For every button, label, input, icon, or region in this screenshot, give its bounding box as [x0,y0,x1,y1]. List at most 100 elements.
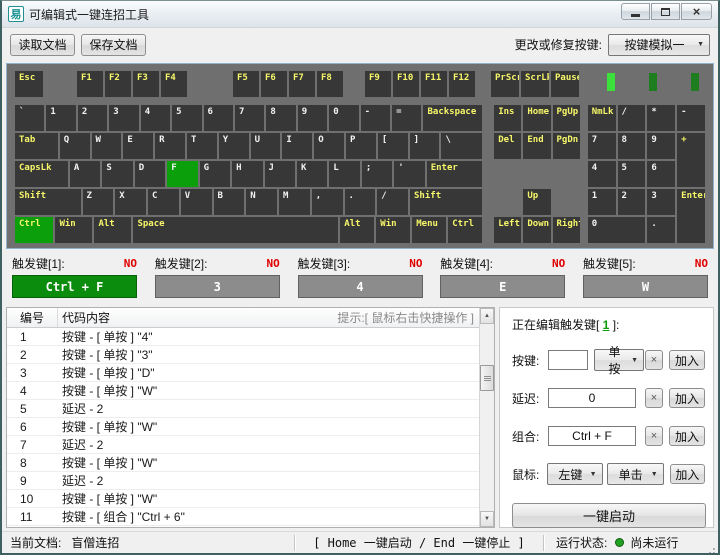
resize-grip[interactable] [713,548,715,550]
key-j[interactable]: J [265,161,295,187]
key-up[interactable]: Up [523,189,550,215]
key-g[interactable]: G [200,161,230,187]
key-b[interactable]: B [214,189,245,215]
key-6[interactable]: 6 [204,105,233,131]
key-2[interactable]: 2 [78,105,107,131]
key-v[interactable]: V [181,189,212,215]
key-p[interactable]: P [346,133,376,159]
table-row[interactable]: 6按键 - [ 单按 ] "W" [7,418,494,436]
key-2[interactable]: 2 [618,189,646,215]
table-row[interactable]: 2按键 - [ 单按 ] "3" [7,346,494,364]
mouse-add-button[interactable]: 加入 [670,464,705,484]
key-backspace[interactable]: Backspace [423,105,482,131]
trigger-value-box[interactable]: Ctrl + F [12,275,137,298]
key-f4[interactable]: F4 [161,71,187,97]
table-row[interactable]: 5延迟 - 2 [7,400,494,418]
save-document-button[interactable]: 保存文档 [81,34,146,56]
key-y[interactable]: Y [219,133,249,159]
trigger-value-box[interactable]: 4 [298,275,423,298]
key-a[interactable]: A [70,161,100,187]
key-esc[interactable]: Esc [15,71,43,97]
key-symbol[interactable]: * [647,105,675,131]
key-symbol[interactable]: / [377,189,408,215]
key-f8[interactable]: F8 [317,71,343,97]
table-row[interactable]: 11按键 - [ 组合 ] "Ctrl + 6" [7,508,494,526]
key-clear-button[interactable]: × [645,350,663,370]
key-f12[interactable]: F12 [449,71,475,97]
key-9[interactable]: 9 [298,105,327,131]
key-5[interactable]: 5 [618,161,646,187]
key-win[interactable]: Win [376,217,410,243]
key-home[interactable]: Home [523,105,550,131]
key-alt[interactable]: Alt [94,217,131,243]
key-symbol[interactable]: ` [15,105,44,131]
table-row[interactable]: 3按键 - [ 单按 ] "D" [7,364,494,382]
key-z[interactable]: Z [83,189,114,215]
key-add-button[interactable]: 加入 [669,350,705,370]
key-9[interactable]: 9 [647,133,675,159]
combo-add-button[interactable]: 加入 [669,426,705,446]
scroll-down-button[interactable]: ▼ [480,511,494,527]
close-button[interactable]: × [681,3,712,20]
table-row[interactable]: 8按键 - [ 单按 ] "W" [7,454,494,472]
key-capslk[interactable]: CapsLk [15,161,68,187]
key-nmlk[interactable]: NmLk [588,105,616,131]
key-c[interactable]: C [148,189,179,215]
key-shift[interactable]: Shift [410,189,482,215]
key-r[interactable]: R [155,133,185,159]
key-7[interactable]: 7 [235,105,264,131]
key-u[interactable]: U [251,133,281,159]
key-f3[interactable]: F3 [133,71,159,97]
key-symbol[interactable]: ] [410,133,440,159]
key-8[interactable]: 8 [266,105,295,131]
key-f7[interactable]: F7 [289,71,315,97]
key-k[interactable]: K [297,161,327,187]
key-f[interactable]: F [167,161,197,187]
key-input[interactable] [548,350,588,370]
key-ctrl[interactable]: Ctrl [15,217,53,243]
start-button[interactable]: 一键启动 [512,503,706,528]
key-press-mode-dropdown[interactable]: 单按 ▼ [594,349,644,371]
key-4[interactable]: 4 [588,161,616,187]
key-8[interactable]: 8 [618,133,646,159]
trigger-value-box[interactable]: E [440,275,565,298]
read-document-button[interactable]: 读取文档 [10,34,75,56]
key-d[interactable]: D [135,161,165,187]
key-f5[interactable]: F5 [233,71,259,97]
maximize-button[interactable] [651,3,680,20]
key-m[interactable]: M [279,189,310,215]
key-ins[interactable]: Ins [494,105,521,131]
key-scrlk[interactable]: ScrLk [521,71,549,97]
combo-input[interactable] [548,426,636,446]
key-w[interactable]: W [92,133,122,159]
scroll-up-button[interactable]: ▲ [480,308,494,324]
key-x[interactable]: X [115,189,146,215]
key-pgup[interactable]: PgUp [553,105,580,131]
table-row[interactable]: 9延迟 - 2 [7,472,494,490]
trigger-value-box[interactable]: 3 [155,275,280,298]
key-t[interactable]: T [187,133,217,159]
key-n[interactable]: N [246,189,277,215]
key-symbol[interactable]: + [677,133,705,187]
table-row[interactable]: 4按键 - [ 单按 ] "W" [7,382,494,400]
key-symbol[interactable]: - [677,105,705,131]
key-3[interactable]: 3 [109,105,138,131]
mouse-action-dropdown[interactable]: 单击 ▼ [607,463,664,485]
key-down[interactable]: Down [523,217,550,243]
table-row[interactable]: 10按键 - [ 单按 ] "W" [7,490,494,508]
key-0[interactable]: 0 [329,105,358,131]
vertical-scrollbar[interactable]: ▲ ▼ [479,308,494,527]
key-3[interactable]: 3 [647,189,675,215]
key-symbol[interactable]: . [345,189,376,215]
key-symbol[interactable]: \ [441,133,482,159]
key-f10[interactable]: F10 [393,71,419,97]
key-symbol[interactable]: , [312,189,343,215]
table-row[interactable]: 12按键 - [ 组合 ] [7,526,494,528]
key-symbol[interactable]: = [392,105,421,131]
key-f6[interactable]: F6 [261,71,287,97]
key-1[interactable]: 1 [588,189,616,215]
key-5[interactable]: 5 [172,105,201,131]
key-h[interactable]: H [232,161,262,187]
key-symbol[interactable]: [ [378,133,408,159]
key-menu[interactable]: Menu [412,217,446,243]
